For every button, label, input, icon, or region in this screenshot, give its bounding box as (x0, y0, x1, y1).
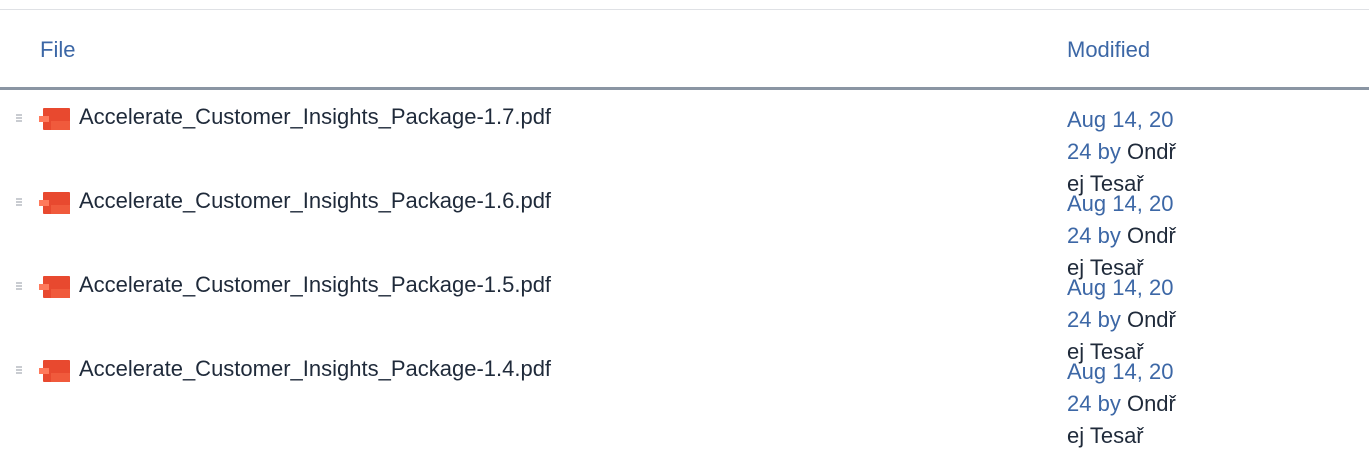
pdf-icon (39, 276, 70, 298)
by-label: by (1091, 391, 1127, 416)
modified-cell: Aug 14, 2024 by Ondřej Tesař (1067, 356, 1185, 452)
drag-handle-icon[interactable] (16, 114, 23, 123)
by-label: by (1091, 223, 1127, 248)
pdf-icon (39, 360, 70, 382)
file-name-link[interactable]: Accelerate_Customer_Insights_Package-1.5… (79, 272, 551, 298)
drag-handle-icon[interactable] (16, 198, 23, 207)
by-label: by (1091, 307, 1127, 332)
table-header: File Modified (0, 10, 1369, 90)
file-name-link[interactable]: Accelerate_Customer_Insights_Package-1.6… (79, 188, 551, 214)
table-row: Accelerate_Customer_Insights_Package-1.5… (0, 261, 1369, 364)
table-row: Accelerate_Customer_Insights_Package-1.4… (0, 345, 1369, 448)
pdf-icon (39, 192, 70, 214)
column-header-modified[interactable]: Modified (1067, 37, 1150, 63)
column-header-file[interactable]: File (40, 37, 75, 63)
file-name-link[interactable]: Accelerate_Customer_Insights_Package-1.7… (79, 104, 551, 130)
by-label: by (1091, 139, 1127, 164)
drag-handle-icon[interactable] (16, 282, 23, 291)
table-row: Accelerate_Customer_Insights_Package-1.6… (0, 177, 1369, 280)
pdf-icon (39, 108, 70, 130)
table-row: Accelerate_Customer_Insights_Package-1.7… (0, 93, 1369, 196)
attachments-table: File Modified Accelerate_Customer_Insigh… (0, 0, 1369, 470)
drag-handle-icon[interactable] (16, 366, 23, 375)
file-name-link[interactable]: Accelerate_Customer_Insights_Package-1.4… (79, 356, 551, 382)
